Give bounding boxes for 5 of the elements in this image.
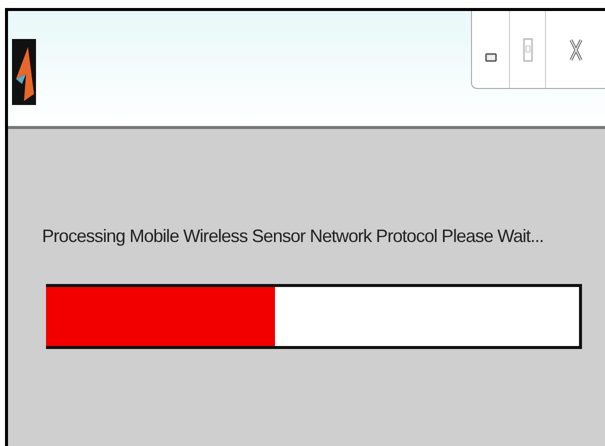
- maximize-icon: [522, 38, 532, 62]
- minimize-icon: [484, 53, 496, 62]
- close-icon: [568, 38, 582, 62]
- app-logo-icon: [12, 39, 36, 105]
- status-message: Processing Mobile Wireless Sensor Network Protocol Please Wait...: [42, 225, 545, 248]
